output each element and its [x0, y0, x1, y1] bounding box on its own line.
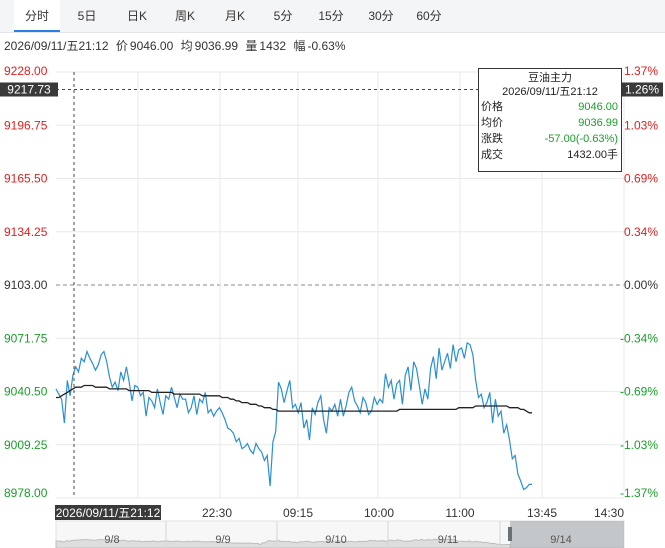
y-tick-label: 9040.50 [4, 385, 48, 399]
navigator-day-label: 9/11 [438, 534, 459, 546]
pct-tick-label: 1.37% [624, 64, 658, 78]
crosshair-pct-label: 1.26% [625, 83, 659, 97]
tooltip-row-value: 1432.00手 [567, 149, 618, 161]
tooltip-row-label: 成交 [481, 149, 503, 161]
y-tick-label: 9009.25 [4, 438, 48, 452]
crosshair-price-label: 9217.73 [7, 83, 51, 97]
pct-tick-label: -0.69% [620, 385, 658, 399]
tooltip-row-value: -57.00(-0.63%) [544, 133, 618, 145]
pct-tick-label: 1.03% [624, 118, 658, 132]
navigator-day-label: 9/14 [550, 534, 571, 546]
time-axis: 22:30 09:15 10:00 11:00 13:45 14:30 [202, 506, 624, 520]
x-tick-label: 14:30 [594, 506, 624, 520]
navigator-handle-left [508, 527, 512, 541]
tooltip-title: 豆油主力 [528, 72, 572, 84]
x-tick-label: 22:30 [202, 506, 232, 520]
y-tick-label: 8978.00 [4, 486, 48, 500]
pct-tick-label: 0.00% [624, 278, 658, 292]
navigator-day-label: 9/8 [104, 534, 119, 546]
y-tick-label: 9228.00 [4, 64, 48, 78]
tooltip-row-change: 涨跌 -57.00(-0.63%) [479, 131, 621, 147]
tooltip-box: 豆油主力 2026/09/11/五21:12 价格 9046.00 均价 9036.… [478, 68, 622, 172]
pct-tick-label: 0.34% [624, 225, 658, 239]
y-tick-label: 9196.75 [4, 118, 48, 132]
pct-tick-label: 0.69% [624, 172, 658, 186]
price-line [55, 341, 532, 491]
tooltip-row-price: 价格 9046.00 [479, 99, 621, 115]
price-axis: 9228.00 9196.75 9165.50 9134.25 9103.00 9071.… [4, 64, 48, 500]
tooltip-row-value: 9046.00 [578, 101, 618, 113]
percent-axis: 1.37% 1.03% 0.69% 0.34% 0.00% -0.34% -0.69% -1.… [620, 64, 658, 500]
x-tick-label: 09:15 [283, 506, 313, 520]
pct-tick-label: -1.03% [620, 438, 658, 452]
x-tick-label: 13:45 [527, 506, 557, 520]
x-tick-label: 11:00 [445, 506, 474, 520]
crosshair-time-label: 2026/09/11/五21:12 [56, 506, 161, 520]
avg-line [56, 384, 532, 414]
tooltip-datetime: 2026/09/11/五21:12 [502, 86, 598, 98]
tooltip-row-volume: 成交 1432.00手 [479, 147, 621, 163]
tooltip-row-label: 涨跌 [481, 133, 503, 145]
navigator-day-label: 9/9 [215, 534, 230, 546]
y-tick-label: 9165.50 [4, 172, 48, 186]
navigator-day-label: 9/10 [325, 534, 346, 546]
tooltip-row-label: 价格 [481, 101, 503, 113]
chart-lines [55, 341, 532, 491]
y-tick-label: 9071.75 [4, 331, 48, 345]
range-navigator: 9/8 9/9 9/10 9/11 9/14 [55, 520, 625, 548]
tooltip-row-value: 9036.99 [578, 117, 618, 129]
tooltip-row-avg: 均价 9036.99 [479, 115, 621, 131]
y-tick-label: 9134.25 [4, 225, 48, 239]
y-tick-label: 9103.00 [4, 278, 48, 292]
tooltip-row-label: 均价 [481, 117, 503, 129]
pct-tick-label: -0.34% [620, 331, 658, 345]
pct-tick-label: -1.37% [620, 486, 658, 500]
x-tick-label: 10:00 [364, 506, 394, 520]
